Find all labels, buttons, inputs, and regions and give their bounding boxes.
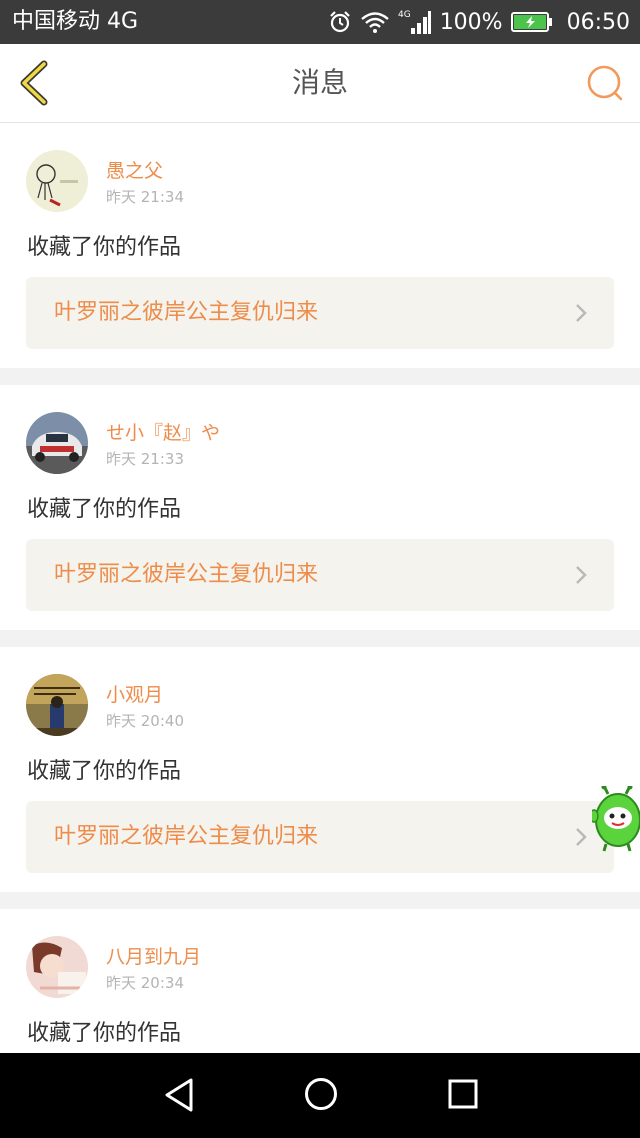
- username[interactable]: せ小『赵』や: [106, 418, 220, 445]
- avatar[interactable]: [26, 412, 88, 474]
- avatar[interactable]: [26, 150, 88, 212]
- work-title: 叶罗丽之彼岸公主复仇归来: [54, 562, 319, 587]
- message-card: 小观月 昨天 20:40 收藏了你的作品 叶罗丽之彼岸公主复仇归来: [0, 647, 640, 892]
- chevron-right-icon: [576, 566, 587, 584]
- message-card: せ小『赵』や 昨天 21:33 收藏了你的作品 叶罗丽之彼岸公主复仇归来: [0, 385, 640, 630]
- cellular-signal-icon: 4G: [398, 10, 431, 34]
- floating-mascot-icon[interactable]: [592, 786, 640, 852]
- work-link[interactable]: 叶罗丽之彼岸公主复仇归来: [26, 539, 614, 611]
- system-nav-bar: [0, 1053, 640, 1138]
- top-bar: 消息: [0, 44, 640, 123]
- page-title: 消息: [291, 66, 348, 99]
- message-time: 昨天 20:40: [106, 712, 184, 730]
- nav-home-circle-icon[interactable]: [304, 1077, 338, 1111]
- message-time: 昨天 21:34: [106, 188, 184, 206]
- search-icon[interactable]: [586, 64, 624, 102]
- username[interactable]: 愚之父: [106, 156, 163, 183]
- message-time: 昨天 21:33: [106, 450, 184, 468]
- work-link[interactable]: 叶罗丽之彼岸公主复仇归来: [26, 801, 614, 873]
- message-action: 收藏了你的作品: [27, 497, 182, 522]
- wifi-icon: [360, 12, 389, 33]
- message-action: 收藏了你的作品: [27, 759, 182, 784]
- message-card: 愚之父 昨天 21:34 收藏了你的作品 叶罗丽之彼岸公主复仇归来: [0, 123, 640, 368]
- username[interactable]: 小观月: [106, 680, 163, 707]
- username[interactable]: 八月到九月: [106, 942, 201, 969]
- avatar[interactable]: [26, 674, 88, 736]
- message-action: 收藏了你的作品: [27, 1021, 182, 1046]
- work-title: 叶罗丽之彼岸公主复仇归来: [54, 300, 319, 325]
- message-action: 收藏了你的作品: [27, 235, 182, 260]
- status-bar: 中国移动 4G 4G 100% 06:50: [0, 0, 640, 44]
- network-type-badge: 4G: [398, 10, 411, 20]
- chevron-right-icon: [576, 304, 587, 322]
- message-time: 昨天 20:34: [106, 974, 184, 992]
- carrier-label: 中国移动 4G: [12, 9, 139, 34]
- work-link[interactable]: 叶罗丽之彼岸公主复仇归来: [26, 277, 614, 349]
- message-card: 八月到九月 昨天 20:34 收藏了你的作品: [0, 909, 640, 1053]
- clock: 06:50: [566, 9, 630, 35]
- avatar[interactable]: [26, 936, 88, 998]
- work-title: 叶罗丽之彼岸公主复仇归来: [54, 824, 319, 849]
- alarm-icon: [329, 11, 350, 33]
- battery-percentage: 100%: [439, 9, 503, 35]
- nav-back-triangle-icon[interactable]: [163, 1077, 195, 1113]
- battery-charging-icon: [510, 12, 552, 32]
- message-list[interactable]: 愚之父 昨天 21:34 收藏了你的作品 叶罗丽之彼岸公主复仇归来 せ小『赵』や…: [0, 123, 640, 1053]
- chevron-right-icon: [576, 828, 587, 846]
- nav-recent-square-icon[interactable]: [448, 1079, 478, 1109]
- status-icons: 4G 100% 06:50: [328, 0, 630, 44]
